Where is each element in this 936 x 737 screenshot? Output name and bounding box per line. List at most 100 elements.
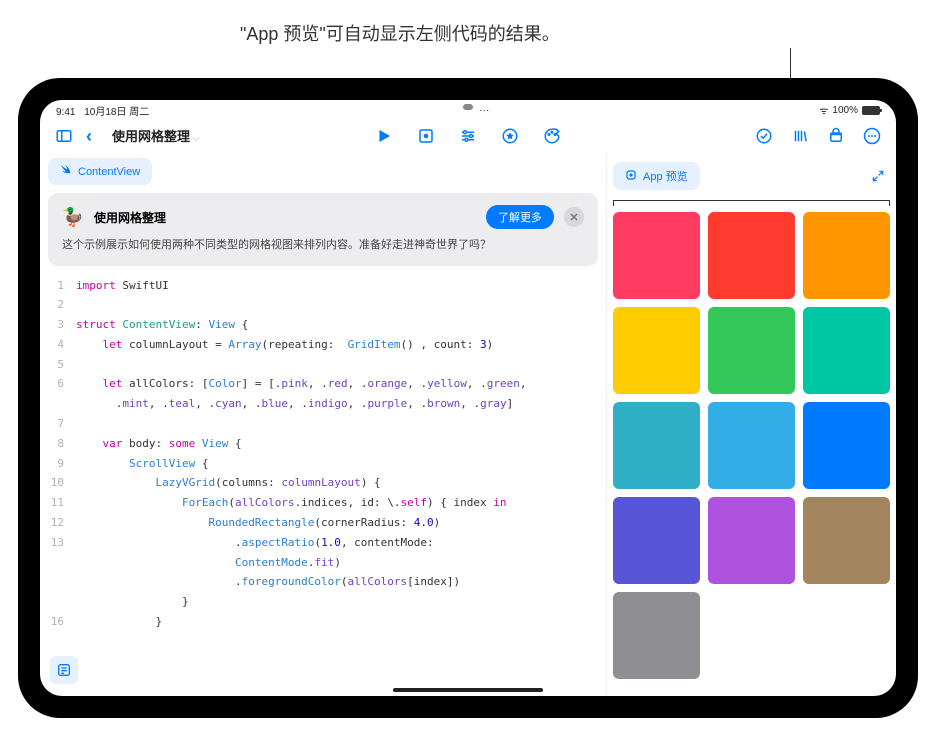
line-number: 8 [44,434,76,454]
appearance-button[interactable] [538,124,566,148]
line-number [44,592,76,612]
color-cell [613,307,700,394]
code-line[interactable]: .foregroundColor(allColors[index]) [44,572,602,592]
back-button[interactable]: ‹ [86,126,104,147]
step-button[interactable] [412,124,440,148]
color-cell [803,212,890,299]
line-number [44,394,76,414]
code-line[interactable]: 10 LazyVGrid(columns: columnLayout) { [44,473,602,493]
code-content[interactable]: .foregroundColor(allColors[index]) [76,572,460,592]
line-number: 2 [44,295,76,315]
color-cell [803,497,890,584]
line-number: 16 [44,612,76,632]
swift-icon [60,164,72,179]
learn-more-button[interactable]: 了解更多 [486,205,554,229]
color-cell [708,402,795,489]
line-number: 13 [44,533,76,553]
ipad-frame: 9:41 10月18日 周二 ··· ᯤ 100% ‹ 使用网格整理⌵ [18,78,918,718]
code-content[interactable]: .aspectRatio(1.0, contentMode: [76,533,434,553]
diagnostics-button[interactable] [750,124,778,148]
color-cell [708,497,795,584]
run-button[interactable] [370,124,398,148]
annotation-text: "App 预览"可自动显示左侧代码的结果。 [240,20,560,46]
color-cell [613,212,700,299]
line-number: 9 [44,454,76,474]
code-line[interactable]: 3struct ContentView: View { [44,315,602,335]
info-card-body: 这个示例展示如何使用两种不同类型的网格视图来排列内容。准备好走进神奇世界了吗？ [62,237,584,254]
code-line[interactable]: 4 let columnLayout = Array(repeating: Gr… [44,335,602,355]
app-preview-icon [625,169,637,184]
notch [463,104,473,110]
preview-pane: App 预览 [606,154,896,696]
code-content[interactable]: let allColors: [Color] = [.pink, .red, .… [76,374,526,394]
expand-preview-button[interactable] [866,169,890,183]
toolbar: ‹ 使用网格整理⌵ [40,118,896,154]
code-content[interactable]: let columnLayout = Array(repeating: Grid… [76,335,493,355]
code-line[interactable]: } [44,592,602,612]
library-button[interactable] [786,124,814,148]
editor-pane: ContentView 🦆 使用网格整理 了解更多 ✕ 这个示例展示如何使用两种… [40,154,606,696]
code-content[interactable]: .mint, .teal, .cyan, .blue, .indigo, .pu… [76,394,513,414]
file-tab-label: ContentView [78,166,140,178]
line-number: 10 [44,473,76,493]
battery-pct: 100% [832,105,858,116]
code-line[interactable]: 2 [44,295,602,315]
code-line[interactable]: 11 ForEach(allColors.indices, id: \.self… [44,493,602,513]
line-number: 3 [44,315,76,335]
code-content[interactable]: } [76,612,162,632]
line-number: 6 [44,374,76,394]
line-number [44,572,76,592]
color-cell [708,307,795,394]
code-line[interactable]: ContentMode.fit) [44,553,602,573]
screen: 9:41 10月18日 周二 ··· ᯤ 100% ‹ 使用网格整理⌵ [40,100,896,696]
code-content[interactable]: struct ContentView: View { [76,315,248,335]
code-editor[interactable]: 1import SwiftUI23struct ContentView: Vie… [44,272,602,697]
code-content[interactable]: ScrollView { [76,454,208,474]
code-line[interactable]: 9 ScrollView { [44,454,602,474]
color-grid [611,212,892,679]
preview-tab[interactable]: App 预览 [613,162,700,190]
wifi-icon: ᯤ [819,103,828,117]
status-time: 9:41 [56,107,75,118]
code-content[interactable]: LazyVGrid(columns: columnLayout) { [76,473,381,493]
code-line[interactable]: 13 .aspectRatio(1.0, contentMode: [44,533,602,553]
home-indicator[interactable] [393,688,543,692]
code-line[interactable]: 7 [44,414,602,434]
code-line[interactable]: 8 var body: some View { [44,434,602,454]
status-date: 10月18日 周二 [84,107,149,118]
code-content[interactable]: ContentMode.fit) [76,553,341,573]
color-cell [708,212,795,299]
close-card-button[interactable]: ✕ [564,207,584,227]
code-content[interactable]: } [76,592,189,612]
favorites-button[interactable] [496,124,524,148]
line-number: 1 [44,276,76,296]
settings-sliders-button[interactable] [454,124,482,148]
sidebar-toggle-button[interactable] [50,124,78,148]
status-center: ··· [479,105,489,116]
code-line[interactable]: 12 RoundedRectangle(cornerRadius: 4.0) [44,513,602,533]
code-content[interactable]: ForEach(allColors.indices, id: \.self) {… [76,493,507,513]
code-line[interactable]: .mint, .teal, .cyan, .blue, .indigo, .pu… [44,394,602,414]
code-content[interactable]: import SwiftUI [76,276,169,296]
color-cell [613,402,700,489]
file-tab[interactable]: ContentView [48,158,152,185]
package-button[interactable] [822,124,850,148]
code-content[interactable]: var body: some View { [76,434,242,454]
status-right: ᯤ 100% [819,103,880,117]
line-number: 12 [44,513,76,533]
code-line[interactable]: 5 [44,355,602,375]
line-number: 11 [44,493,76,513]
info-card-icon: 🦆 [62,206,84,228]
code-line[interactable]: 6 let allColors: [Color] = [.pink, .red,… [44,374,602,394]
color-cell [613,497,700,584]
color-cell [803,307,890,394]
document-title[interactable]: 使用网格整理⌵ [112,126,200,146]
code-line[interactable]: 1import SwiftUI [44,276,602,296]
preview-frame-indicator [613,200,890,206]
more-button[interactable] [858,124,886,148]
chevron-down-icon: ⌵ [192,133,200,144]
outline-float-button[interactable] [50,656,78,684]
code-line[interactable]: 16 } [44,612,602,632]
code-content[interactable]: RoundedRectangle(cornerRadius: 4.0) [76,513,440,533]
info-card: 🦆 使用网格整理 了解更多 ✕ 这个示例展示如何使用两种不同类型的网格视图来排列… [48,193,598,266]
